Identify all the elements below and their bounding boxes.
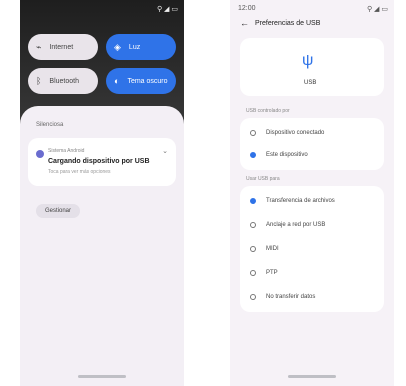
notification-app-name: Sistema Android [48,148,85,154]
qs-label-dark-mode: Tema oscuro [127,77,168,85]
top-bar: ← Preferencias de USB [240,18,320,28]
radio-icon [250,246,256,252]
notification-subtitle: Toca para ver más opciones [48,169,111,175]
expand-icon[interactable]: ⌄ [162,147,168,155]
phone-quick-settings: ⚲ ◢ ▭ ⌁ Internet ◈ Luz ᛒ Bluetooth ◐ Tem… [20,0,184,386]
radio-midi[interactable]: MIDI [250,242,279,256]
option-label: MIDI [266,246,279,252]
manage-notifications-button[interactable]: Gestionar [36,204,80,218]
qs-tile-dark-mode[interactable]: ◐ Tema oscuro [106,68,176,94]
usb-controlled-by-title: USB controlado por [246,108,290,114]
radio-icon [250,270,256,276]
usb-controlled-by-card: Dispositivo conectado Este dispositivo [240,118,384,170]
android-system-icon [36,150,44,158]
option-label: No transferir datos [266,294,316,300]
status-icons: ⚲ ◢ ▭ [156,6,178,13]
radio-icon [250,222,256,228]
option-label: Este dispositivo [266,152,308,158]
qs-label-flashlight: Luz [128,43,141,51]
phone-usb-preferences: 12:00 ⚲ ◢ ▭ ← Preferencias de USB ψ USB … [230,0,394,386]
qs-label-internet: Internet [49,43,74,51]
bluetooth-icon: ᛒ [36,76,42,86]
qs-label-bluetooth: Bluetooth [49,77,79,85]
flashlight-icon: ◈ [114,41,121,52]
notification-sheet: Silenciosa Sistema Android Cargando disp… [20,106,184,386]
radio-this-device[interactable]: Este dispositivo [250,148,308,162]
notification-title: Cargando dispositivo por USB [48,158,150,165]
radio-selected-icon [250,152,256,158]
gesture-bar [78,375,126,378]
radio-icon [250,294,256,300]
use-usb-for-title: Usar USB para [246,176,280,182]
option-label: Dispositivo conectado [266,130,325,136]
page-title: Preferencias de USB [255,19,321,27]
usb-charging-notification[interactable]: Sistema Android Cargando dispositivo por… [28,138,176,186]
usb-label: USB [304,80,317,86]
gesture-bar [288,375,336,378]
radio-usb-tethering[interactable]: Anclaje a red por USB [250,218,325,232]
back-arrow-icon[interactable]: ← [240,18,249,28]
use-usb-for-card: Transferencia de archivos Anclaje a red … [240,186,384,312]
usb-icon: ψ [302,52,314,69]
radio-connected-device[interactable]: Dispositivo conectado [250,126,324,140]
radio-ptp[interactable]: PTP [250,266,278,280]
qs-tile-internet[interactable]: ⌁ Internet [28,34,98,60]
usb-card: ψ USB [240,38,384,96]
status-icons: ⚲ ◢ ▭ [366,6,388,13]
radio-icon [250,130,256,136]
notification-section-header: Silenciosa [36,122,64,128]
option-label: Transferencia de archivos [266,198,335,204]
qs-tile-bluetooth[interactable]: ᛒ Bluetooth [28,68,98,94]
radio-file-transfer[interactable]: Transferencia de archivos [250,194,335,208]
option-label: PTP [266,270,278,276]
option-label: Anclaje a red por USB [266,222,326,228]
wifi-icon: ⌁ [36,41,42,52]
status-time: 12:00 [238,5,256,12]
radio-selected-icon [250,198,256,204]
radio-no-data-transfer[interactable]: No transferir datos [250,290,315,304]
dark-mode-icon: ◐ [114,76,120,86]
qs-tile-flashlight[interactable]: ◈ Luz [106,34,176,60]
